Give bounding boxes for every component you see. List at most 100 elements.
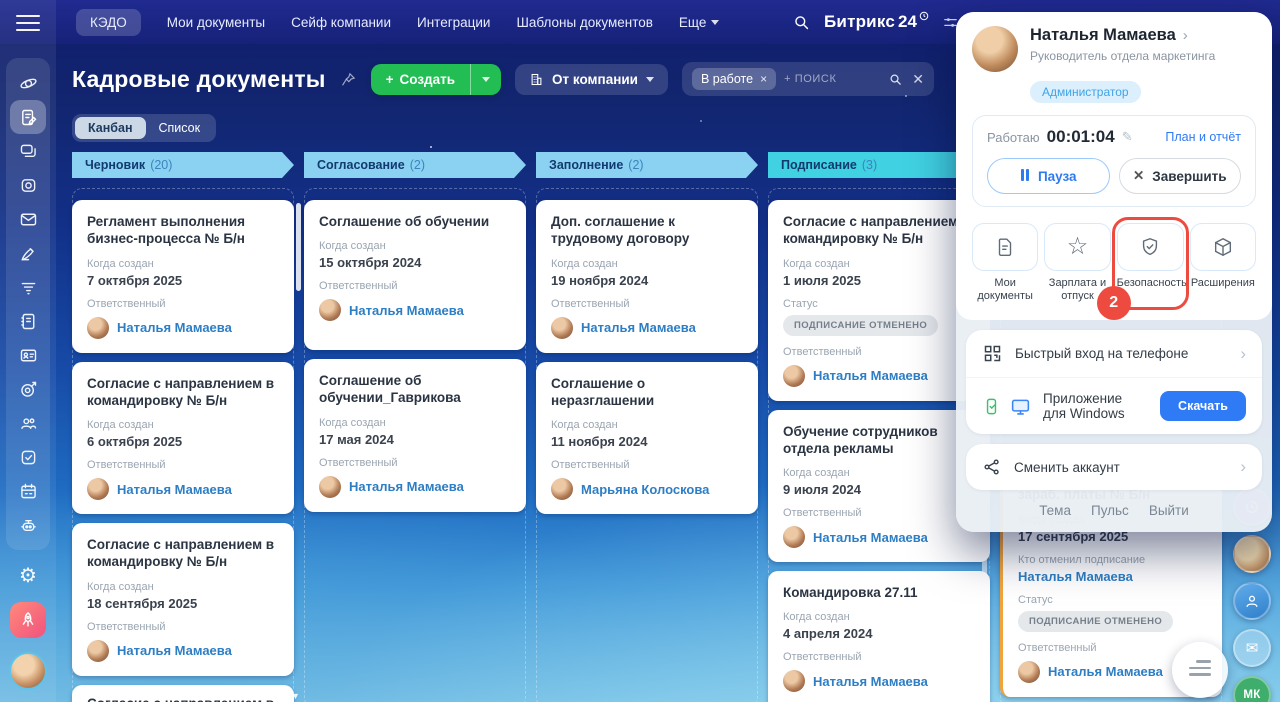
app-label: Безопасность <box>1117 277 1184 290</box>
search-clear-icon[interactable]: ✕ <box>912 71 924 88</box>
responsible-link[interactable]: Наталья Мамаева <box>813 530 928 545</box>
responsible-link[interactable]: Наталья Мамаева <box>349 303 464 318</box>
filter-chip-in-progress[interactable]: В работе× <box>692 68 776 90</box>
kanban-card[interactable]: Согласие с направлением в командировку №… <box>72 523 294 676</box>
sidebar-item-documents[interactable] <box>10 100 46 134</box>
sidebar-item-crm[interactable] <box>10 372 46 406</box>
nav-tab-integrations[interactable]: Интеграции <box>417 15 490 30</box>
kanban-card[interactable]: Соглашение об обучении_Гаврикова Когда с… <box>304 359 526 512</box>
responsible-link[interactable]: Наталья Мамаева <box>117 320 232 335</box>
column-header[interactable]: Черновик(20) <box>72 152 294 178</box>
pulse-link[interactable]: Пульс <box>1091 503 1129 518</box>
plan-report-link[interactable]: План и отчёт <box>1165 130 1241 144</box>
responsible-link[interactable]: Наталья Мамаева <box>813 674 928 689</box>
kanban-column-filling: Заполнение(2) Доп. соглашение к трудовом… <box>536 152 758 702</box>
search-icon[interactable] <box>792 13 811 32</box>
responsible-link[interactable]: Наталья Мамаева <box>117 482 232 497</box>
avatar <box>87 317 109 339</box>
sidebar-item-mail[interactable] <box>10 202 46 236</box>
nav-tab-templates[interactable]: Шаблоны документов <box>516 15 652 30</box>
bitrix24-logo[interactable]: Битрикс24 <box>824 12 929 32</box>
responsible-link[interactable]: Наталья Мамаева <box>1048 664 1163 679</box>
field-label: Когда создан <box>783 258 975 270</box>
windows-app-label: Приложение для Windows <box>1043 391 1148 421</box>
responsible-link[interactable]: Марьяна Колоскова <box>581 482 709 497</box>
sidebar-item-calendar[interactable] <box>10 474 46 508</box>
pin-icon[interactable] <box>340 71 357 88</box>
kanban-card[interactable]: Согласие с направлением в <box>72 685 294 702</box>
settings-gear-icon[interactable]: ⚙ <box>19 563 37 588</box>
cancelled-by-link[interactable]: Наталья Мамаева <box>1018 569 1207 584</box>
logout-link[interactable]: Выйти <box>1149 503 1189 518</box>
column-header[interactable]: Заполнение(2) <box>536 152 758 178</box>
edit-pencil-icon[interactable]: ✎ <box>1122 129 1133 145</box>
sidebar-item-chats[interactable] <box>10 134 46 168</box>
group-chat-avatar[interactable] <box>1233 535 1271 573</box>
sidebar-item-feed[interactable] <box>10 270 46 304</box>
tab-kanban[interactable]: Канбан <box>75 117 146 139</box>
download-button[interactable]: Скачать <box>1160 391 1246 421</box>
kanban-card[interactable]: Согласие с направлением в командировку №… <box>72 362 294 515</box>
quick-menu-fab[interactable] <box>1172 642 1228 698</box>
pause-label: Пауза <box>1038 169 1077 184</box>
sidebar-item-video[interactable] <box>10 168 46 202</box>
sidebar-user-avatar[interactable] <box>9 652 47 690</box>
mail-channel-icon[interactable]: ✉ <box>1233 629 1271 667</box>
chat-initials-badge[interactable]: МК <box>1233 676 1271 702</box>
pause-button[interactable]: Пауза <box>987 158 1110 194</box>
scroll-down-icon[interactable]: ▼ <box>291 691 300 701</box>
search-input[interactable]: В работе× + ПОИСК ✕ <box>682 62 934 96</box>
sidebar-item-tasks[interactable] <box>10 440 46 474</box>
sidebar-item-hr[interactable] <box>10 406 46 440</box>
windows-app-row[interactable]: Приложение для Windows Скачать <box>966 377 1262 434</box>
field-value: 4 апреля 2024 <box>783 626 975 641</box>
kanban-card[interactable]: Соглашение о неразглашении Когда создан … <box>536 362 758 515</box>
create-button[interactable]: +Создать <box>371 64 501 95</box>
tab-list[interactable]: Список <box>146 117 214 139</box>
field-label: Ответственный <box>87 621 279 633</box>
search-icon[interactable] <box>888 72 903 87</box>
kanban-card[interactable]: Соглашение об обучении Когда создан 15 о… <box>304 200 526 350</box>
kanban-column-approval: Согласование(2) Соглашение об обучении К… <box>304 152 526 702</box>
sidebar-item-network[interactable] <box>10 66 46 100</box>
card-title: Соглашение об обучении_Гаврикова <box>319 372 511 407</box>
kanban-card[interactable]: Регламент выполнения бизнес-процесса № Б… <box>72 200 294 353</box>
app-my-documents[interactable]: Мои документы <box>972 223 1038 302</box>
profile-name[interactable]: Наталья Мамаева› <box>1030 26 1215 45</box>
switch-account-row[interactable]: Сменить аккаунт › <box>966 444 1262 490</box>
field-label: Когда создан <box>551 419 743 431</box>
responsible-link[interactable]: Наталья Мамаева <box>117 643 232 658</box>
finish-button[interactable]: ✕Завершить <box>1119 158 1242 194</box>
company-filter-button[interactable]: От компании <box>515 64 668 95</box>
app-extensions[interactable]: Расширения <box>1190 223 1256 302</box>
column-scrollbar[interactable] <box>296 203 301 291</box>
menu-icon[interactable] <box>16 15 40 35</box>
sidebar-item-sign[interactable] <box>10 236 46 270</box>
create-dropdown[interactable] <box>471 64 501 95</box>
chip-close-icon[interactable]: × <box>760 72 767 86</box>
nav-tab-my-documents[interactable]: Мои документы <box>167 15 265 30</box>
user-chat-avatar[interactable] <box>1233 582 1271 620</box>
nav-tab-more[interactable]: Еще <box>679 15 719 30</box>
nav-tab-company-safe[interactable]: Сейф компании <box>291 15 391 30</box>
qr-code-icon <box>982 343 1003 364</box>
field-label: Ответственный <box>783 651 975 663</box>
phone-check-icon <box>982 397 1001 416</box>
column-header[interactable]: Согласование(2) <box>304 152 526 178</box>
responsible-link[interactable]: Наталья Мамаева <box>813 368 928 383</box>
responsible-link[interactable]: Наталья Мамаева <box>349 479 464 494</box>
sidebar-item-copilot[interactable] <box>10 508 46 542</box>
profile-avatar[interactable] <box>972 26 1018 72</box>
rocket-icon[interactable] <box>10 602 46 638</box>
quick-login-row[interactable]: Быстрый вход на телефоне › <box>966 330 1262 377</box>
nav-tab-kedo[interactable]: КЭДО <box>76 9 141 36</box>
responsible-link[interactable]: Наталья Мамаева <box>581 320 696 335</box>
app-security[interactable]: Безопасность 2 <box>1117 223 1184 302</box>
card-title: Согласие с направлением в командировку №… <box>783 213 975 248</box>
kanban-card[interactable]: Доп. соглашение к трудовому договору Ког… <box>536 200 758 353</box>
sidebar-item-notebook[interactable] <box>10 304 46 338</box>
sidebar-item-contact-card[interactable] <box>10 338 46 372</box>
kanban-card[interactable]: Командировка 27.11 Когда создан 4 апреля… <box>768 571 990 702</box>
theme-link[interactable]: Тема <box>1039 503 1071 518</box>
avatar <box>319 299 341 321</box>
